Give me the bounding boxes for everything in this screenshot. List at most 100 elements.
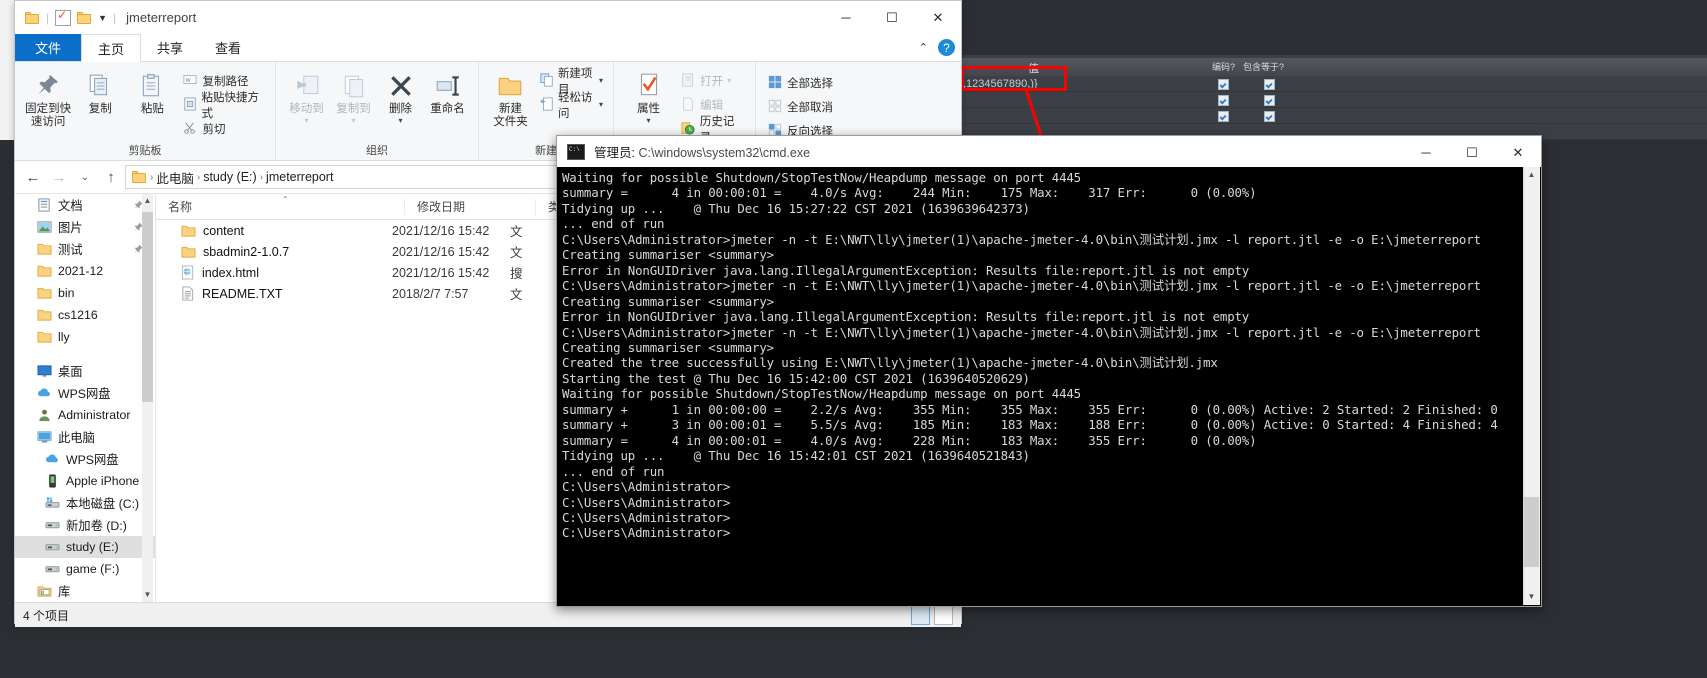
breadcrumb-jmeterreport[interactable]: jmeterreport bbox=[266, 170, 333, 184]
paste-shortcut-label: 粘贴快捷方式 bbox=[201, 91, 259, 120]
item-count-label: 4 个项目 bbox=[23, 608, 70, 623]
include-checkbox[interactable] bbox=[1264, 95, 1275, 106]
scroll-up-icon[interactable]: ▲ bbox=[142, 194, 153, 208]
folder-icon bbox=[181, 224, 196, 238]
chevron-down-icon[interactable]: ▾ bbox=[351, 116, 355, 125]
delete-button[interactable]: 删除 ▾ bbox=[377, 66, 424, 125]
include-checkbox[interactable] bbox=[1264, 79, 1275, 90]
nav-item-label: 桌面 bbox=[58, 365, 83, 379]
cut-button[interactable]: 剪切 bbox=[180, 118, 268, 139]
collapse-ribbon-icon[interactable]: ⌃ bbox=[919, 41, 928, 54]
text-file-icon bbox=[181, 286, 195, 301]
back-button[interactable]: ← bbox=[21, 165, 45, 189]
open-label: 打开 bbox=[700, 75, 724, 88]
pin-to-quick-access-button[interactable]: 固定到快 速访问 bbox=[22, 66, 74, 129]
tab-share[interactable]: 共享 bbox=[141, 34, 199, 61]
cmd-scroll-thumb[interactable] bbox=[1524, 497, 1539, 567]
tab-home[interactable]: 主页 bbox=[81, 34, 142, 62]
nav-item-label: 图片 bbox=[58, 221, 83, 235]
paste-icon bbox=[139, 69, 165, 103]
breadcrumb-study-e[interactable]: study (E:) bbox=[203, 170, 257, 184]
nav-scroll-thumb[interactable] bbox=[142, 212, 153, 402]
nav-item-测试[interactable]: 测试 bbox=[15, 238, 155, 260]
drive-icon bbox=[45, 562, 60, 576]
folder-icon[interactable] bbox=[77, 11, 92, 24]
move-to-button[interactable]: 移动到 ▾ bbox=[283, 66, 330, 125]
new-folder-button[interactable]: 新建 文件夹 bbox=[486, 66, 535, 129]
open-button[interactable]: 打开 ▾ bbox=[678, 70, 748, 91]
background-col-include: 包含等于? bbox=[1243, 62, 1285, 72]
cmd-output[interactable]: Waiting for possible Shutdown/StopTestNo… bbox=[557, 167, 1541, 604]
nav-item-库[interactable]: 库 bbox=[15, 580, 155, 602]
nav-item-wps网盘[interactable]: WPS网盘 bbox=[15, 382, 155, 404]
forward-button[interactable]: → bbox=[47, 165, 71, 189]
copy-button[interactable]: 复制 bbox=[74, 66, 126, 116]
properties-button[interactable]: 属性 ▾ bbox=[621, 66, 676, 125]
nav-item-2021-12[interactable]: 2021-12 bbox=[15, 260, 155, 282]
file-name-cell[interactable]: README.TXT bbox=[156, 286, 392, 301]
nav-item-administrator[interactable]: Administrator bbox=[15, 404, 155, 426]
nav-item-lly[interactable]: lly bbox=[15, 326, 155, 348]
include-checkbox[interactable] bbox=[1264, 111, 1275, 122]
chevron-down-icon[interactable]: ▾ bbox=[727, 76, 731, 85]
copy-to-button[interactable]: 复制到 ▾ bbox=[330, 66, 377, 125]
chevron-down-icon[interactable]: ▾ bbox=[599, 100, 603, 109]
minimize-button[interactable]: ─ bbox=[823, 1, 869, 34]
scroll-up-icon[interactable]: ▲ bbox=[1524, 167, 1539, 183]
scroll-down-icon[interactable]: ▼ bbox=[142, 588, 153, 602]
help-icon[interactable]: ? bbox=[938, 39, 955, 56]
nav-item-图片[interactable]: 图片 bbox=[15, 216, 155, 238]
folder-icon bbox=[181, 245, 196, 259]
scroll-down-icon[interactable]: ▼ bbox=[1524, 589, 1539, 605]
encode-checkbox[interactable] bbox=[1218, 79, 1229, 90]
chevron-down-icon[interactable]: ▾ bbox=[599, 76, 603, 85]
nav-item-本地磁盘-c-[interactable]: 本地磁盘 (C:) bbox=[15, 492, 155, 514]
recent-locations-button[interactable]: ⌄ bbox=[73, 165, 97, 189]
nav-item-game-f-[interactable]: game (F:) bbox=[15, 558, 155, 580]
large-icons-view-button[interactable] bbox=[934, 605, 953, 625]
cmd-scrollbar[interactable]: ▲ ▼ bbox=[1523, 167, 1540, 605]
file-name-cell[interactable]: index.html bbox=[156, 265, 392, 280]
details-view-button[interactable] bbox=[911, 605, 930, 625]
chevron-down-icon[interactable]: ▼ bbox=[98, 13, 107, 23]
chevron-down-icon[interactable]: ▾ bbox=[647, 116, 651, 125]
select-none-button[interactable]: 全部取消 bbox=[765, 96, 836, 117]
rename-button[interactable]: 重命名 bbox=[424, 66, 471, 116]
encode-checkbox[interactable] bbox=[1218, 111, 1229, 122]
nav-item-label: cs1216 bbox=[58, 308, 98, 322]
nav-item-新加卷-d-[interactable]: 新加卷 (D:) bbox=[15, 514, 155, 536]
close-button[interactable]: ✕ bbox=[915, 1, 961, 34]
select-all-icon bbox=[768, 75, 783, 90]
cmd-maximize-button[interactable]: ☐ bbox=[1449, 136, 1495, 169]
easy-access-button[interactable]: 轻松访问 ▾ bbox=[537, 92, 606, 120]
encode-checkbox[interactable] bbox=[1218, 95, 1229, 106]
paste-shortcut-button[interactable]: 粘贴快捷方式 bbox=[180, 92, 268, 120]
properties-icon[interactable] bbox=[55, 8, 72, 26]
file-name-cell[interactable]: sbadmin2-1.0.7 bbox=[156, 245, 392, 259]
paste-button[interactable]: 粘贴 bbox=[126, 66, 178, 116]
file-name-cell[interactable]: content bbox=[156, 224, 392, 238]
nav-item-cs1216[interactable]: cs1216 bbox=[15, 304, 155, 326]
nav-item-桌面[interactable]: 桌面 bbox=[15, 360, 155, 382]
nav-item-study-e-[interactable]: study (E:) bbox=[15, 536, 155, 558]
tab-view[interactable]: 查看 bbox=[199, 34, 257, 61]
column-date-modified[interactable]: 修改日期 bbox=[404, 198, 535, 215]
tab-file[interactable]: 文件 bbox=[15, 34, 82, 61]
nav-item-文档[interactable]: 文档 bbox=[15, 194, 155, 216]
maximize-button[interactable]: ☐ bbox=[869, 1, 915, 34]
breadcrumb-this-pc[interactable]: 此电脑 bbox=[156, 168, 194, 187]
cmd-title-admin: 管理员: bbox=[594, 146, 635, 160]
chevron-down-icon[interactable]: ▾ bbox=[398, 116, 402, 125]
chevron-down-icon[interactable]: ▾ bbox=[304, 116, 308, 125]
nav-item-bin[interactable]: bin bbox=[15, 282, 155, 304]
cmd-close-button[interactable]: ✕ bbox=[1495, 136, 1541, 169]
nav-scrollbar[interactable]: ▲ ▼ bbox=[142, 194, 153, 602]
nav-item-wps网盘[interactable]: WPS网盘 bbox=[15, 448, 155, 470]
cmd-minimize-button[interactable]: ─ bbox=[1403, 136, 1449, 169]
column-name[interactable]: 名称 bbox=[156, 199, 404, 215]
up-button[interactable]: ↑ bbox=[99, 165, 123, 189]
nav-item-apple-iphone[interactable]: Apple iPhone bbox=[15, 470, 155, 492]
nav-item-此电脑[interactable]: 此电脑 bbox=[15, 426, 155, 448]
file-date-cell: 2021/12/16 15:42 bbox=[392, 223, 490, 238]
select-all-button[interactable]: 全部选择 bbox=[765, 72, 836, 93]
